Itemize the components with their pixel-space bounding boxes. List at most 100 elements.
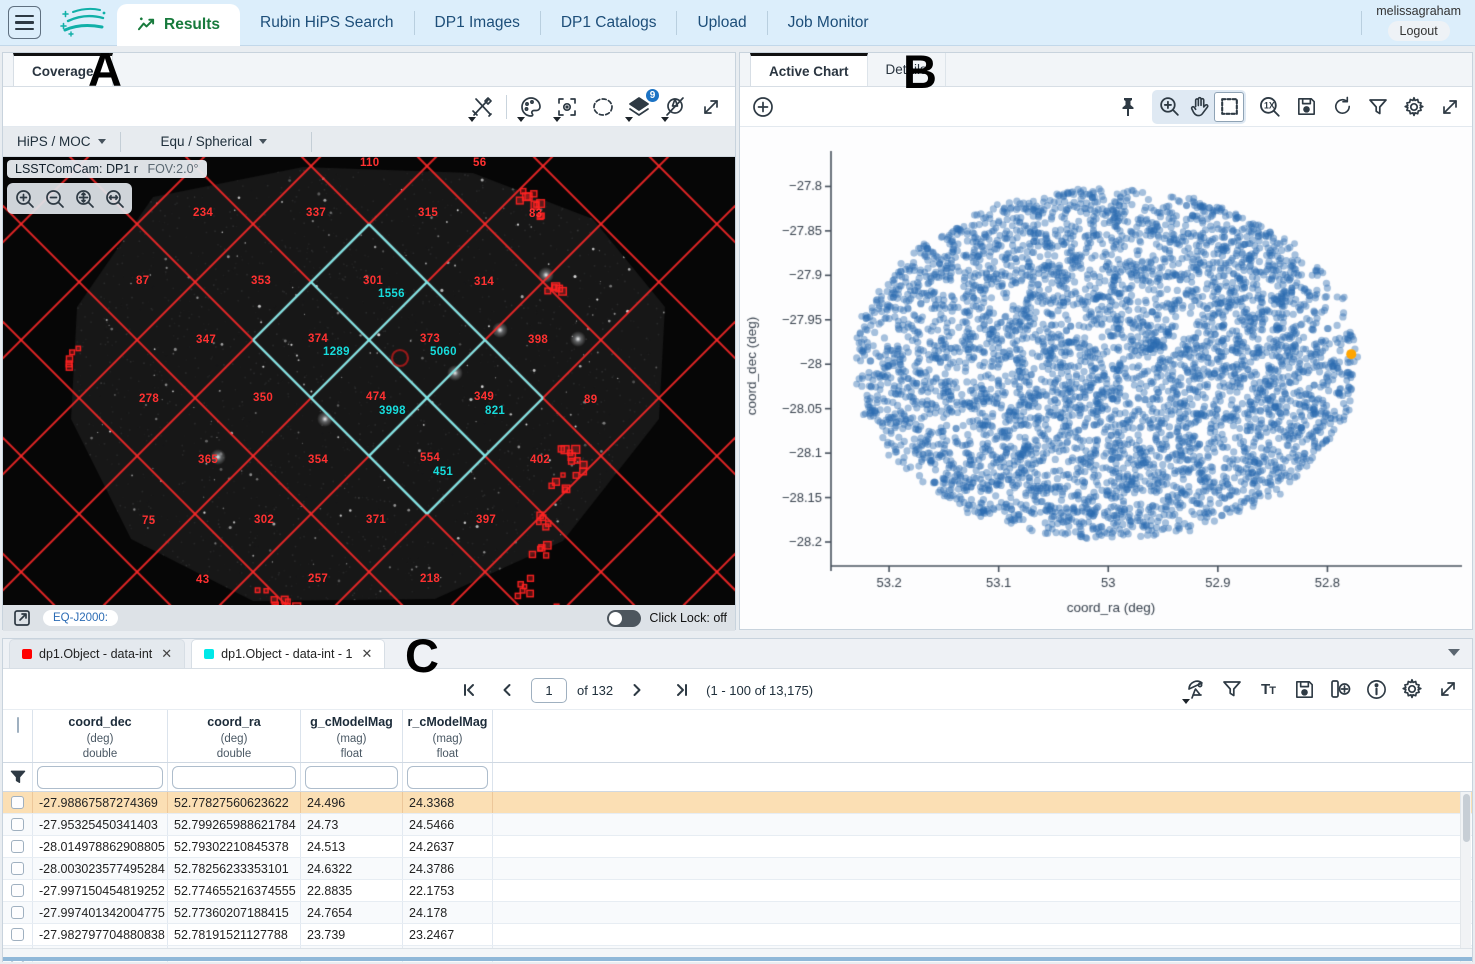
column-header-coord_dec[interactable]: coord_dec(deg)double: [33, 710, 168, 762]
hips-moc-dropdown[interactable]: HiPS / MOC: [3, 127, 120, 157]
popout-button[interactable]: [11, 607, 33, 629]
rotate-off-button[interactable]: [660, 92, 690, 122]
table-cell: -27.997401342004775: [33, 902, 168, 923]
scatter-chart-canvas[interactable]: [740, 127, 1472, 629]
first-page-button[interactable]: [458, 675, 480, 705]
image-tools-button[interactable]: [467, 92, 497, 122]
search-related-button[interactable]: [1181, 674, 1211, 704]
save-chart-button[interactable]: [1291, 92, 1321, 122]
svg-text:1X: 1X: [1264, 100, 1275, 110]
next-page-button[interactable]: [626, 675, 648, 705]
column-header-g_cModelMag[interactable]: g_cModelMag(mag)float: [301, 710, 403, 762]
text-view-button[interactable]: TT: [1253, 674, 1283, 704]
table-row[interactable]: -27.98279770488083852.7819152112778823.7…: [3, 924, 1472, 946]
table-controls-row: of 132 (1 - 100 of 13,175) TT: [3, 669, 1472, 710]
expand-table-button[interactable]: [1433, 674, 1463, 704]
zoom-fill-button[interactable]: [102, 186, 127, 211]
row-checkbox[interactable]: [11, 862, 24, 875]
tab-details[interactable]: Details: [868, 53, 946, 86]
close-tab-1-button[interactable]: ✕: [159, 646, 172, 662]
filter-table-button[interactable]: [1217, 674, 1247, 704]
tab-coverage[interactable]: Coverage: [13, 53, 113, 86]
expand-panel-button[interactable]: [696, 92, 726, 122]
hamburger-menu-button[interactable]: [8, 6, 41, 39]
filler-cell: [493, 792, 1472, 813]
filter-input-r_cModelMag[interactable]: [407, 766, 488, 789]
column-header-r_cModelMag[interactable]: r_cModelMag(mag)float: [403, 710, 493, 762]
column-header-coord_ra[interactable]: coord_ra(deg)double: [168, 710, 301, 762]
vertical-scrollbar[interactable]: [1460, 792, 1471, 962]
tab-job-monitor[interactable]: Job Monitor: [768, 0, 889, 46]
tab-active-chart[interactable]: Active Chart: [750, 53, 868, 86]
recenter-button[interactable]: [552, 92, 582, 122]
add-column-button[interactable]: [1325, 674, 1355, 704]
logout-button[interactable]: Logout: [1388, 21, 1450, 41]
row-checkbox[interactable]: [11, 818, 24, 831]
filler-cell: [493, 814, 1472, 835]
click-lock-toggle[interactable]: [607, 610, 641, 627]
layers-button[interactable]: 9: [624, 92, 654, 122]
table-info-button[interactable]: [1361, 674, 1391, 704]
row-checkbox[interactable]: [11, 928, 24, 941]
table-cell: 52.774655216374555: [168, 880, 301, 901]
zoom-in-button[interactable]: [12, 186, 37, 211]
table-row[interactable]: -28.01497886290880552.7930221084537824.5…: [3, 836, 1472, 858]
restore-chart-button[interactable]: [1327, 92, 1357, 122]
table-cell: 52.78191521127788: [168, 924, 301, 945]
scrollbar-thumb[interactable]: [3, 957, 1472, 961]
tab-list-dropdown[interactable]: [1448, 649, 1460, 656]
zoom-original-button[interactable]: 1X: [1255, 92, 1285, 122]
last-page-button[interactable]: [671, 675, 693, 705]
chart-options-button[interactable]: [1399, 92, 1429, 122]
horizontal-scrollbar[interactable]: [3, 948, 1472, 961]
table-row[interactable]: -27.9532545034140352.79926598862178424.7…: [3, 814, 1472, 836]
table-cell: 22.1753: [403, 880, 493, 901]
filter-chart-button[interactable]: [1363, 92, 1393, 122]
scrollbar-thumb[interactable]: [1463, 794, 1470, 842]
table-tab-1[interactable]: dp1.Object - data-int ✕: [9, 639, 185, 668]
coord-system-dropdown[interactable]: Equ / Spherical: [147, 127, 282, 157]
select-region-button[interactable]: [588, 92, 618, 122]
chart-zoom-mode-button[interactable]: [1154, 92, 1184, 122]
table-panel: dp1.Object - data-int ✕ dp1.Object - dat…: [2, 638, 1473, 962]
tab-dp1-catalogs[interactable]: DP1 Catalogs: [541, 0, 677, 46]
row-checkbox[interactable]: [11, 840, 24, 853]
zoom-fit-button[interactable]: [72, 186, 97, 211]
filter-input-g_cModelMag[interactable]: [305, 766, 398, 789]
tab-upload[interactable]: Upload: [677, 0, 766, 46]
add-chart-button[interactable]: [748, 92, 778, 122]
row-checkbox[interactable]: [11, 906, 24, 919]
chart-icon: [137, 16, 156, 33]
table-row[interactable]: -27.99715045481925252.77465521637455522.…: [3, 880, 1472, 902]
chart-select-mode-button[interactable]: [1214, 92, 1244, 122]
table-row[interactable]: -28.00302357749528452.7825623335310124.6…: [3, 858, 1472, 880]
tab-results[interactable]: Results: [117, 4, 240, 46]
chart-pan-mode-button[interactable]: [1184, 92, 1214, 122]
table-options-button[interactable]: [1397, 674, 1427, 704]
pin-chart-button[interactable]: [1113, 92, 1143, 122]
save-table-button[interactable]: [1289, 674, 1319, 704]
expand-icon: [699, 95, 723, 119]
row-checkbox[interactable]: [11, 796, 24, 809]
select-all-checkbox[interactable]: [17, 717, 19, 733]
table-row[interactable]: -27.9886758727436952.7782756062362224.49…: [3, 792, 1472, 814]
tab-dp1-images[interactable]: DP1 Images: [415, 0, 540, 46]
sky-canvas[interactable]: [3, 157, 735, 605]
table-tab-2[interactable]: dp1.Object - data-int - 1 ✕: [191, 639, 385, 668]
prev-page-button[interactable]: [496, 675, 518, 705]
filter-icon-cell[interactable]: [3, 763, 33, 791]
expand-chart-button[interactable]: [1435, 92, 1465, 122]
row-checkbox[interactable]: [11, 884, 24, 897]
color-settings-button[interactable]: [516, 92, 546, 122]
close-tab-2-button[interactable]: ✕: [360, 646, 373, 662]
filter-input-coord_dec[interactable]: [37, 766, 163, 789]
filter-input-coord_ra[interactable]: [172, 766, 296, 789]
table-cell: -28.014978862908805: [33, 836, 168, 857]
zoom-out-button[interactable]: [42, 186, 67, 211]
table-row[interactable]: -27.99740134200477552.7736020718841524.7…: [3, 902, 1472, 924]
table-cell: 52.77827560623622: [168, 792, 301, 813]
tab-rubin-hips-search[interactable]: Rubin HiPS Search: [240, 0, 414, 46]
page-number-input[interactable]: [531, 678, 567, 703]
tab-color-swatch-red: [22, 649, 32, 659]
table-cell: -27.982797704880838: [33, 924, 168, 945]
